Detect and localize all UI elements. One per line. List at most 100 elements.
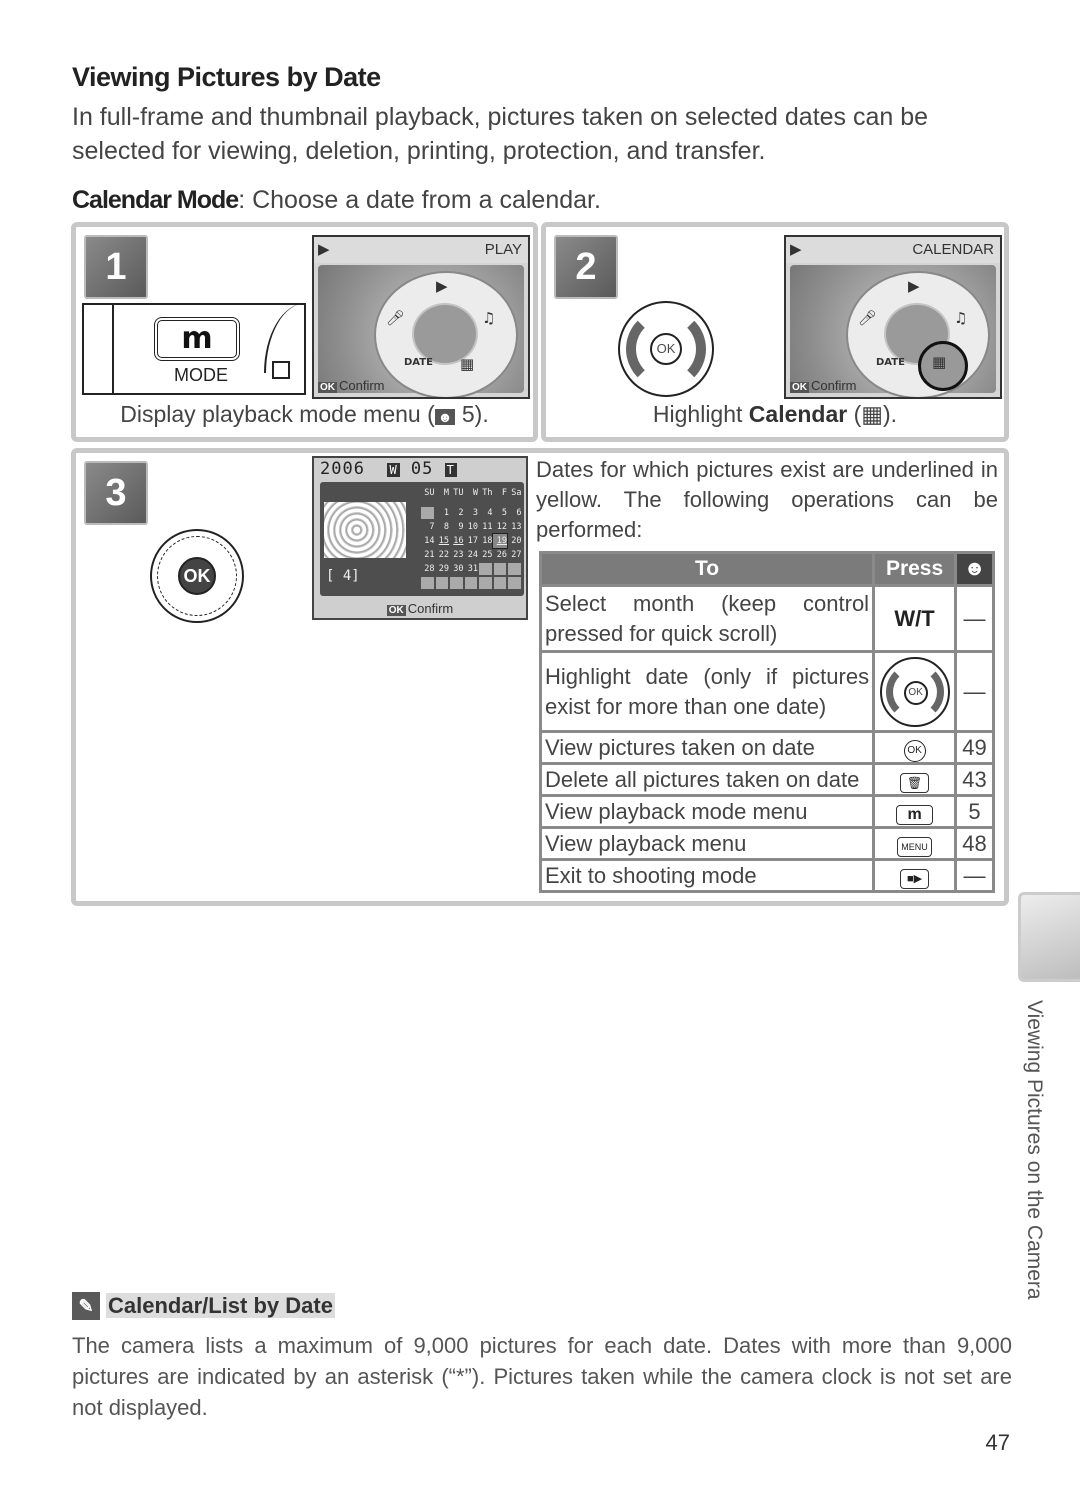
weekday-label: W [472,488,478,498]
calendar-week-row: 14 15 16 17 18 19 20 [420,533,522,549]
music-icon: ♫ [482,309,496,327]
play-icon: ▶︎ [908,277,920,295]
thumbnail-photo [324,502,406,558]
table-row: Exit to shooting mode ■▶ — [538,858,995,893]
playback-icon: ▶︎ [318,241,330,258]
calendar-day[interactable]: 26 [493,548,507,562]
row-page-ref: — [954,650,995,733]
calendar-day[interactable]: 4 [478,506,492,520]
calendar-day[interactable]: 29 [435,562,449,576]
screen-title: PLAY [484,241,522,258]
calendar-icon: ▦ [460,355,475,373]
row-action: View playback menu [538,826,876,861]
table-row: View pictures taken on date OK 49 [538,730,995,765]
row-page-ref: — [954,584,995,653]
calendar-day[interactable]: 10 [464,520,478,534]
calendar-day[interactable]: 30 [449,562,463,576]
calendar-day[interactable]: 18 [478,534,492,548]
row-page-ref: 49 [954,730,995,765]
step-2-caption: Highlight Calendar (▦). [652,401,898,427]
calendar-day[interactable]: 19 [491,533,508,549]
zoom-t-icon: T [444,463,457,477]
calendar-day[interactable]: 9 [449,520,463,534]
row-page-ref: 48 [954,826,995,861]
calendar-day[interactable]: 17 [464,534,478,548]
zoom-w-icon: W [387,463,400,477]
voice-memo-icon: 🎤︎ [386,309,406,327]
pencil-note-icon: ✎ [72,1292,100,1321]
ok-badge-icon: OK [386,605,406,616]
calendar-empty-cell [508,577,521,589]
step-1-caption: Display playback mode menu (☻ 5). [120,401,489,427]
weekday-label: F [501,488,507,498]
lcd-calendar-screen: 2006 W 05 T [ 4] SU M TU W Th F Sa 1 2 3 4 5 6 7 8 9 10 1… [312,456,528,620]
weekday-label: M [443,488,449,498]
step-2-number: 2 [554,235,618,299]
calendar-day[interactable]: 21 [420,548,434,562]
ok-button: OK [650,333,682,365]
header-to: To [538,551,876,587]
page-title: Viewing Pictures by Date [72,62,381,92]
calendar-empty-cell [421,507,434,519]
calendar-day[interactable]: 20 [507,534,521,548]
table-row: View playback menu MENU 48 [538,826,995,861]
calendar-week-row [420,576,522,590]
calendar-day[interactable]: 12 [493,520,507,534]
calendar-day[interactable]: 2 [449,506,463,520]
calendar-day[interactable]: 11 [478,520,492,534]
calendar-day[interactable]: 27 [507,548,521,562]
calendar-empty-cell [464,577,477,589]
picture-count: [ 4] [326,568,360,584]
calendar-day[interactable]: 3 [464,506,478,520]
row-action: Select month (keep control pressed for q… [538,584,876,653]
table-row: View playback mode menu m 5 [538,794,995,829]
confirm-label: Confirm [407,601,454,616]
calendar-mode-label: Calendar Mode [72,186,239,214]
calendar-day[interactable]: 24 [464,548,478,562]
calendar-day[interactable]: 15 [435,534,449,548]
calendar-empty-cell [435,577,448,589]
calendar-day[interactable]: 14 [420,534,434,548]
calendar-day[interactable]: 1 [435,506,449,520]
trash-button-icon: 🗑︎ [899,772,930,793]
calendar-day[interactable]: 31 [464,562,478,576]
calendar-week-row: 123456 [420,506,522,520]
ok-badge-icon: OK [318,382,337,393]
calendar-icon: ▦ [932,353,947,371]
calendar-day[interactable]: 7 [420,520,434,534]
table-header-row: To Press ☻ [538,551,995,587]
calendar-day[interactable]: 23 [449,548,463,562]
calendar-grid: SU M TU W Th F Sa 1 2 3 4 5 6 7 8 9 10 11 12 13 14 15 16 17 18 19… [420,486,522,590]
chapter-side-tab [1018,892,1080,982]
calendar-day[interactable]: 25 [478,548,492,562]
confirm-label: Confirm [339,378,385,393]
screen-title: CALENDAR [912,241,994,258]
weekday-label: Th [482,488,493,498]
calendar-week-row: 21 22 23 24 25 26 27 [420,548,522,562]
mode-button-icon: m [896,804,933,825]
weekday-label: SU [424,488,435,498]
calendar-day[interactable]: 13 [507,520,521,534]
reference-eye-icon: ☻ [434,409,456,425]
calendar-day[interactable]: 28 [420,562,434,576]
rotary-multi-selector-icon: OK [879,656,950,727]
calendar-mode-text: : Choose a date from a calendar. [238,186,601,214]
step-1-panel: 1 m MODE ▶︎ PLAY ▶︎ 🎤︎ ♫ DATE ▦ OK Confirm… [71,222,538,442]
calendar-day[interactable]: 6 [507,506,521,520]
lcd-play-menu: ▶︎ PLAY ▶︎ 🎤︎ ♫ DATE ▦ OK Confirm [312,235,530,399]
weekday-label: TU [453,488,464,498]
calendar-day[interactable]: 22 [435,548,449,562]
calendar-empty-cell [493,563,506,575]
calendar-empty-cell [479,563,492,575]
table-row: Select month (keep control pressed for q… [538,584,995,653]
mode-button-illustration: m MODE [82,303,306,395]
reference-eye-icon: ☻ [954,551,995,587]
calendar-day[interactable]: 8 [435,520,449,534]
calendar-day[interactable]: 5 [493,506,507,520]
calendar-day[interactable]: 16 [449,534,463,548]
weekday-header-row: SU M TU W Th F Sa [420,486,522,500]
calendar-month: 05 [410,459,434,479]
ok-button: OK [178,557,216,595]
square-marker-icon [272,361,290,379]
page-number: 47 [985,1430,1010,1455]
